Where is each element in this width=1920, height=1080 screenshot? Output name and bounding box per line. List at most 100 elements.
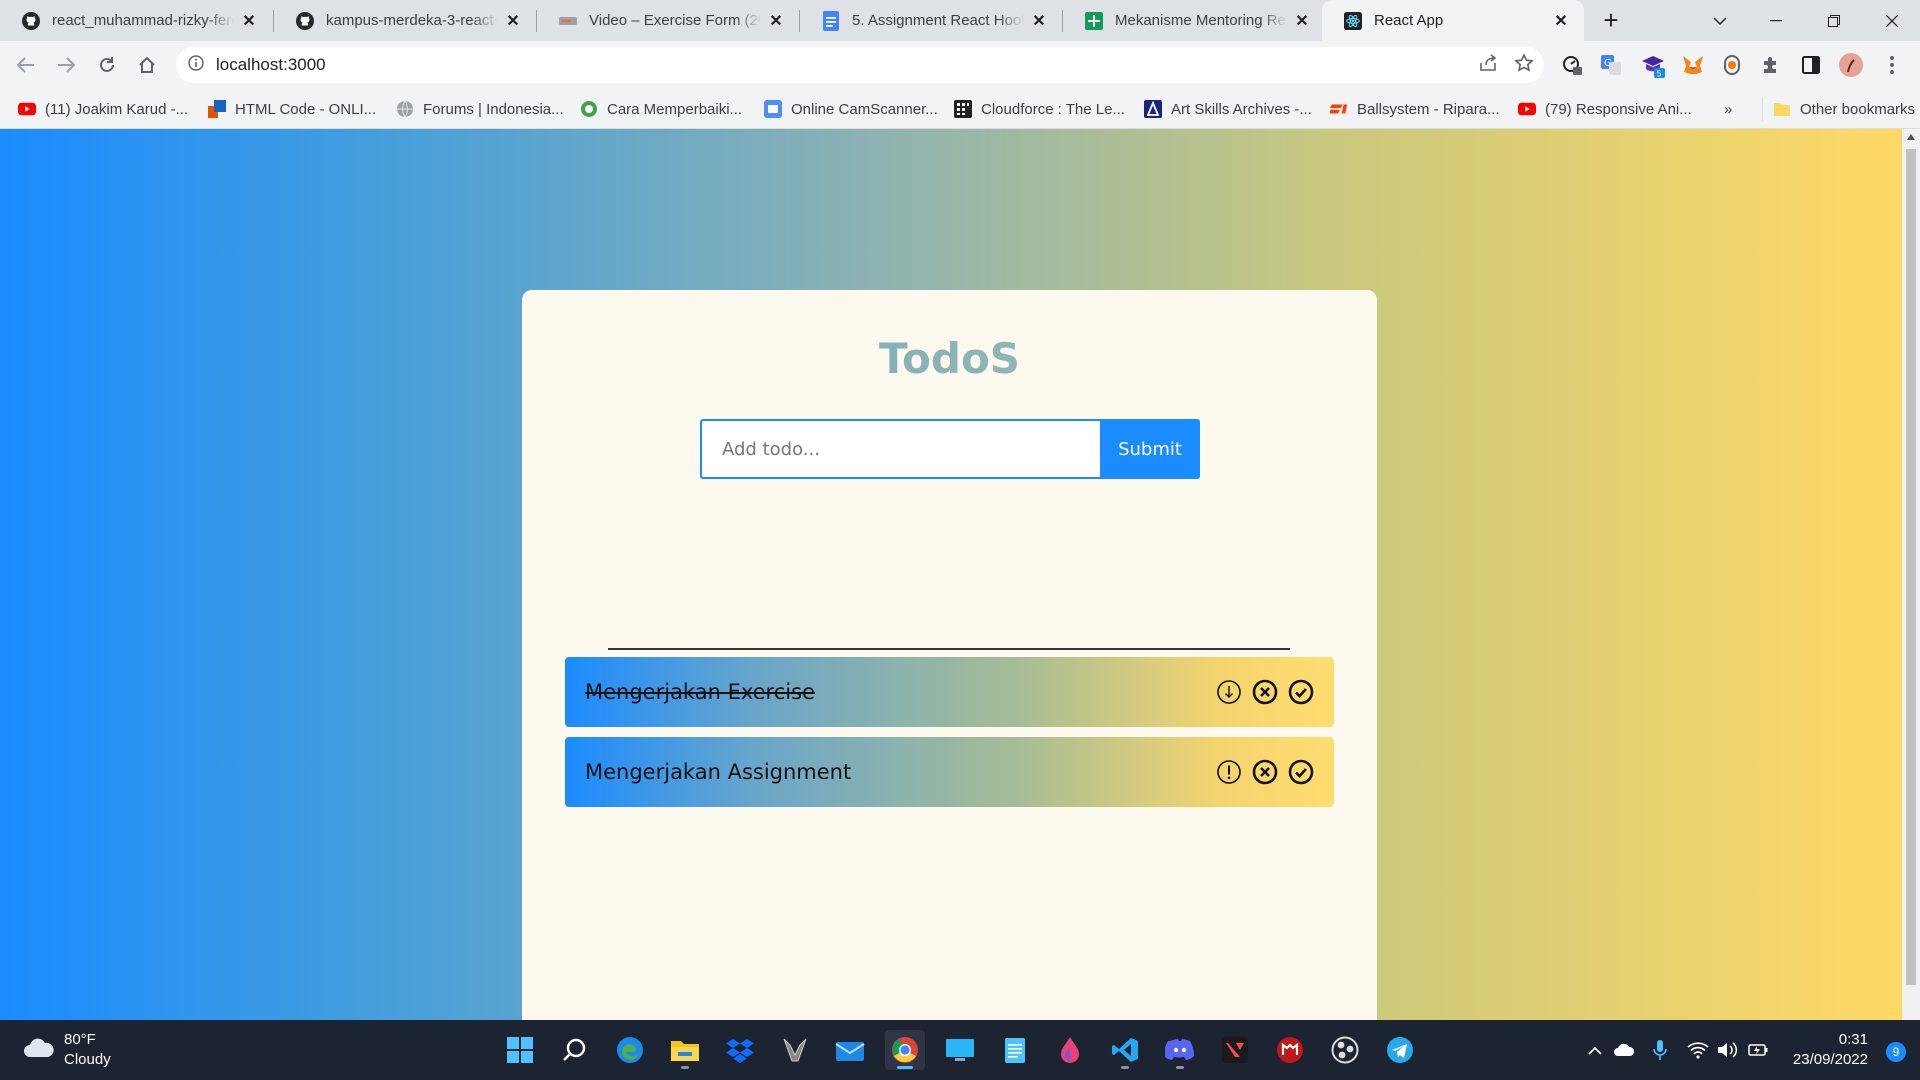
bookmark-item[interactable]: Cloudforce : The Le... bbox=[954, 97, 1125, 121]
microphone-icon[interactable] bbox=[1648, 1038, 1672, 1062]
bookmark-label: Cara Memperbaiki... bbox=[607, 100, 743, 118]
close-icon[interactable]: ✕ bbox=[240, 12, 258, 30]
bookmark-item[interactable]: (79) Responsive Ani... bbox=[1518, 97, 1692, 121]
file-explorer-icon[interactable] bbox=[665, 1030, 705, 1070]
clock-date: 23/09/2022 bbox=[1792, 1051, 1868, 1068]
graduation-extension-icon[interactable]: 5 bbox=[1637, 49, 1669, 81]
close-icon[interactable]: ✕ bbox=[504, 12, 522, 30]
share-icon[interactable] bbox=[1478, 53, 1498, 77]
delete-x-circle-icon[interactable] bbox=[1252, 759, 1278, 785]
extensions-puzzle-icon[interactable] bbox=[1755, 49, 1787, 81]
svg-text:5: 5 bbox=[1657, 70, 1662, 79]
todo-input[interactable] bbox=[700, 419, 1100, 479]
close-icon[interactable]: ✕ bbox=[1293, 12, 1311, 30]
todo-item[interactable]: Mengerjakan Assignment bbox=[565, 737, 1334, 807]
address-bar[interactable]: localhost:3000 bbox=[176, 47, 1544, 83]
tab-react-app[interactable]: React App ✕ bbox=[1322, 0, 1584, 41]
discord-icon[interactable] bbox=[1160, 1030, 1200, 1070]
tab-sheets[interactable]: Mekanisme Mentoring Rea ✕ bbox=[1063, 0, 1325, 41]
reload-icon[interactable] bbox=[91, 49, 123, 81]
desktop-app-icon[interactable] bbox=[940, 1030, 980, 1070]
todo-item[interactable]: Mengerjakan Exercise bbox=[565, 657, 1334, 727]
bookmark-item[interactable]: Online CamScanner... bbox=[764, 97, 938, 121]
metamask-icon[interactable] bbox=[1677, 49, 1709, 81]
notification-badge[interactable]: 9 bbox=[1886, 1042, 1906, 1062]
tab-docs[interactable]: 5. Assignment React Hooks ✕ bbox=[800, 0, 1062, 41]
page-scrollbar[interactable] bbox=[1902, 129, 1920, 1020]
bookmark-item[interactable]: HTML Code - ONLI... bbox=[208, 97, 376, 121]
extension-orange-icon[interactable] bbox=[1716, 49, 1748, 81]
new-tab-button[interactable]: + bbox=[1598, 7, 1624, 34]
bookmarks-overflow-button[interactable]: » bbox=[1724, 97, 1732, 121]
search-icon[interactable] bbox=[555, 1030, 595, 1070]
close-icon[interactable]: ✕ bbox=[1552, 12, 1570, 30]
minimize-icon[interactable] bbox=[1748, 0, 1804, 41]
tab-search-icon[interactable] bbox=[1692, 0, 1748, 41]
translate-extension-icon[interactable]: G bbox=[1595, 49, 1627, 81]
delete-x-circle-icon[interactable] bbox=[1252, 679, 1278, 705]
todo-actions bbox=[1216, 759, 1314, 785]
weather-widget[interactable]: 80°F Cloudy bbox=[22, 1030, 111, 1070]
tab-github-1[interactable]: react_muhammad-rizky-ferd ✕ bbox=[0, 0, 272, 41]
tab-github-2[interactable]: kampus-merdeka-3-react-B ✕ bbox=[274, 0, 536, 41]
submit-button[interactable]: Submit bbox=[1100, 419, 1200, 479]
chrome-icon[interactable] bbox=[885, 1030, 925, 1070]
divider bbox=[608, 648, 1290, 650]
weather-text: 80°F Cloudy bbox=[64, 1030, 111, 1070]
dropbox-icon[interactable] bbox=[720, 1030, 760, 1070]
tab-title: react_muhammad-rizky-ferd bbox=[52, 12, 234, 29]
close-icon[interactable]: ✕ bbox=[767, 12, 785, 30]
tab-video[interactable]: Video – Exercise Form (20:3 ✕ bbox=[537, 0, 799, 41]
home-icon[interactable] bbox=[131, 49, 163, 81]
bookmark-item[interactable]: Ballsystem - Ripara... bbox=[1330, 97, 1500, 121]
edge-icon[interactable] bbox=[610, 1030, 650, 1070]
bookmark-item[interactable]: (11) Joakim Karud -... bbox=[18, 97, 188, 121]
page-viewport: TodoS Submit Mengerjakan Exercise Menger bbox=[0, 129, 1902, 1020]
bookmark-item[interactable]: Cara Memperbaiki... bbox=[580, 97, 742, 121]
drop-app-icon[interactable] bbox=[1050, 1030, 1090, 1070]
volume-icon[interactable] bbox=[1716, 1038, 1740, 1062]
globe-icon bbox=[396, 100, 414, 118]
bookmark-item[interactable]: Forums | Indonesia... bbox=[396, 97, 564, 121]
forward-icon[interactable] bbox=[50, 49, 82, 81]
running-indicator bbox=[897, 1066, 913, 1069]
close-window-icon[interactable] bbox=[1864, 0, 1920, 41]
valorant-icon[interactable] bbox=[1215, 1030, 1255, 1070]
mail-icon[interactable] bbox=[830, 1030, 870, 1070]
bookmarks-bar: (11) Joakim Karud -... HTML Code - ONLI.… bbox=[0, 89, 1920, 129]
side-panel-icon[interactable] bbox=[1795, 49, 1827, 81]
scrollbar-thumb[interactable] bbox=[1906, 149, 1916, 985]
telegram-icon[interactable] bbox=[1380, 1030, 1420, 1070]
info-icon[interactable] bbox=[188, 55, 204, 75]
mcafee-icon[interactable] bbox=[1270, 1030, 1310, 1070]
windows-taskbar: 80°F Cloudy 0:31 23/09/2022 9 bbox=[0, 1020, 1920, 1080]
chevron-up-icon[interactable] bbox=[1583, 1038, 1607, 1062]
github-icon bbox=[22, 11, 40, 30]
vscode-icon[interactable] bbox=[1105, 1030, 1145, 1070]
performance-extension-icon[interactable] bbox=[1556, 49, 1588, 81]
exclamation-circle-icon[interactable] bbox=[1216, 759, 1242, 785]
start-icon[interactable] bbox=[500, 1030, 540, 1070]
obs-icon[interactable] bbox=[1325, 1030, 1365, 1070]
wifi-icon[interactable] bbox=[1686, 1038, 1710, 1062]
scroll-up-icon[interactable] bbox=[1907, 134, 1915, 140]
other-bookmarks-button[interactable]: Other bookmarks bbox=[1762, 97, 1915, 121]
check-circle-icon[interactable] bbox=[1288, 759, 1314, 785]
video-icon bbox=[559, 12, 577, 30]
back-icon[interactable] bbox=[10, 49, 42, 81]
onedrive-icon[interactable] bbox=[1612, 1038, 1636, 1062]
folder-icon bbox=[1773, 100, 1791, 118]
bookmark-star-icon[interactable] bbox=[1514, 53, 1534, 77]
system-clock[interactable]: 0:31 23/09/2022 bbox=[1793, 1030, 1868, 1070]
bookmark-item[interactable]: Art Skills Archives -... bbox=[1144, 97, 1312, 121]
battery-icon[interactable] bbox=[1746, 1038, 1770, 1062]
predator-icon[interactable] bbox=[775, 1030, 815, 1070]
check-circle-icon[interactable] bbox=[1288, 679, 1314, 705]
menu-kebab-icon[interactable] bbox=[1876, 49, 1908, 81]
arrow-down-circle-icon[interactable] bbox=[1216, 679, 1242, 705]
notepad-icon[interactable] bbox=[995, 1030, 1035, 1070]
restore-icon[interactable] bbox=[1806, 0, 1862, 41]
close-icon[interactable]: ✕ bbox=[1030, 12, 1048, 30]
profile-avatar-icon[interactable] bbox=[1835, 49, 1867, 81]
green-circle-icon bbox=[580, 100, 598, 118]
